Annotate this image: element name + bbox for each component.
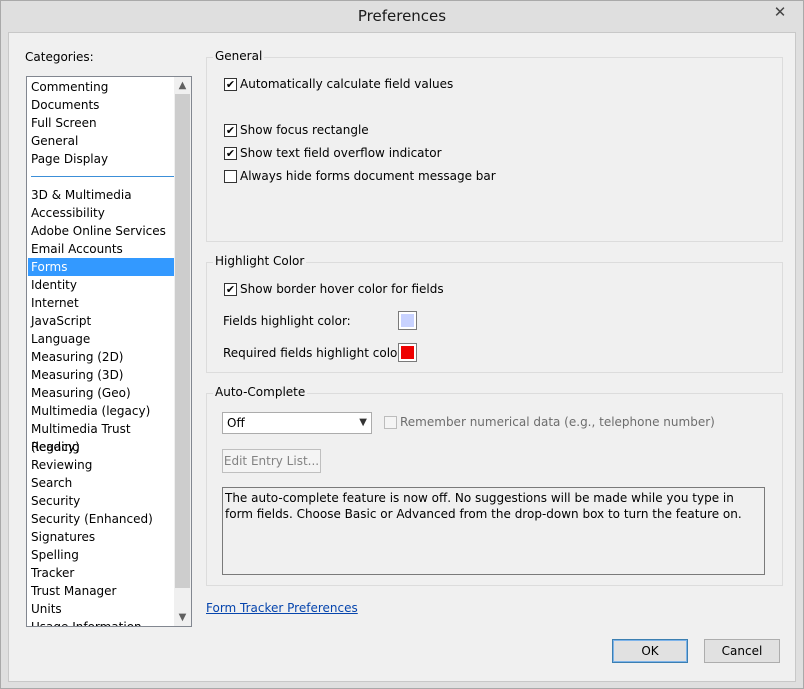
fields-highlight-label: Fields highlight color:: [223, 314, 351, 328]
category-item[interactable]: 3D & Multimedia: [28, 186, 175, 204]
highlight-color-group: Highlight Color ✔ Show border hover colo…: [206, 254, 783, 373]
general-group-title: General: [213, 49, 265, 63]
category-item[interactable]: Full Screen: [28, 114, 175, 132]
category-item[interactable]: Measuring (2D): [28, 348, 175, 366]
auto-complete-description: The auto-complete feature is now off. No…: [222, 487, 765, 575]
dialog-client: Categories: Commenting Documents Full Scre…: [8, 32, 796, 682]
general-group: General ✔ Automatically calculate field …: [206, 49, 783, 242]
category-item[interactable]: General: [28, 132, 175, 150]
category-item[interactable]: Commenting: [28, 78, 175, 96]
category-item[interactable]: Identity: [28, 276, 175, 294]
fields-color-fill: [401, 314, 414, 327]
category-item[interactable]: Usage Information: [28, 618, 175, 626]
form-tracker-preferences-link[interactable]: Form Tracker Preferences: [206, 601, 358, 615]
scroll-down-icon[interactable]: ▼: [174, 609, 191, 626]
auto-complete-group: Auto-Complete Off ▼ Remember numerical d…: [206, 385, 783, 586]
chevron-down-icon: ▼: [359, 417, 367, 428]
remember-numerical-checkbox[interactable]: [384, 416, 397, 429]
ok-button[interactable]: OK: [612, 639, 688, 663]
category-item[interactable]: Internet: [28, 294, 175, 312]
category-item[interactable]: Reviewing: [28, 456, 175, 474]
category-item[interactable]: Trust Manager: [28, 582, 175, 600]
auto-calc-label: Automatically calculate field values: [240, 77, 454, 91]
categories-scrollbar[interactable]: ▲ ▼: [174, 77, 191, 626]
preferences-window: Preferences ✕ Categories: Commenting Docu…: [0, 0, 804, 689]
title-bar: Preferences ✕: [1, 1, 803, 32]
categories-listbox[interactable]: Commenting Documents Full Screen General Pag…: [26, 76, 192, 627]
category-item[interactable]: Measuring (Geo): [28, 384, 175, 402]
category-item[interactable]: Security: [28, 492, 175, 510]
category-item[interactable]: Units: [28, 600, 175, 618]
category-item[interactable]: Security (Enhanced): [28, 510, 175, 528]
category-item[interactable]: Signatures: [28, 528, 175, 546]
category-item[interactable]: Accessibility: [28, 204, 175, 222]
required-color-fill: [401, 346, 414, 359]
category-item[interactable]: Reading: [28, 438, 175, 456]
category-item[interactable]: Spelling: [28, 546, 175, 564]
scroll-thumb[interactable]: [175, 94, 190, 588]
categories-label: Categories:: [25, 50, 94, 64]
focus-rect-label: Show focus rectangle: [240, 123, 369, 137]
auto-calc-checkbox[interactable]: ✔: [224, 78, 237, 91]
hide-message-bar-checkbox[interactable]: [224, 170, 237, 183]
hide-message-bar-label: Always hide forms document message bar: [240, 169, 496, 183]
category-item[interactable]: Search: [28, 474, 175, 492]
highlight-group-title: Highlight Color: [213, 254, 307, 268]
category-separator: [31, 176, 175, 177]
overflow-indicator-label: Show text field overflow indicator: [240, 146, 442, 160]
category-item[interactable]: Tracker: [28, 564, 175, 582]
category-item[interactable]: Language: [28, 330, 175, 348]
fields-highlight-color-swatch[interactable]: [398, 311, 417, 330]
close-icon[interactable]: ✕: [765, 2, 795, 22]
required-highlight-color-swatch[interactable]: [398, 343, 417, 362]
category-item[interactable]: Documents: [28, 96, 175, 114]
required-highlight-label: Required fields highlight color:: [223, 346, 407, 360]
category-item[interactable]: Measuring (3D): [28, 366, 175, 384]
auto-complete-select[interactable]: Off ▼: [222, 412, 372, 434]
category-item[interactable]: JavaScript: [28, 312, 175, 330]
hover-color-label: Show border hover color for fields: [240, 282, 444, 296]
category-item[interactable]: Adobe Online Services: [28, 222, 175, 240]
window-title: Preferences: [357, 7, 447, 25]
category-item[interactable]: Multimedia Trust (legacy): [28, 420, 175, 454]
focus-rect-checkbox[interactable]: ✔: [224, 124, 237, 137]
edit-entry-list-button[interactable]: Edit Entry List...: [222, 449, 321, 473]
overflow-indicator-checkbox[interactable]: ✔: [224, 147, 237, 160]
category-item[interactable]: Multimedia (legacy): [28, 402, 175, 420]
auto-complete-select-value: Off: [227, 416, 245, 430]
category-item[interactable]: Forms: [28, 258, 175, 276]
category-item[interactable]: Page Display: [28, 150, 175, 168]
cancel-button[interactable]: Cancel: [704, 639, 780, 663]
category-item[interactable]: Email Accounts: [28, 240, 175, 258]
remember-numerical-label: Remember numerical data (e.g., telephone…: [400, 415, 715, 429]
auto-complete-group-title: Auto-Complete: [213, 385, 308, 399]
hover-color-checkbox[interactable]: ✔: [224, 283, 237, 296]
scroll-up-icon[interactable]: ▲: [174, 77, 191, 94]
